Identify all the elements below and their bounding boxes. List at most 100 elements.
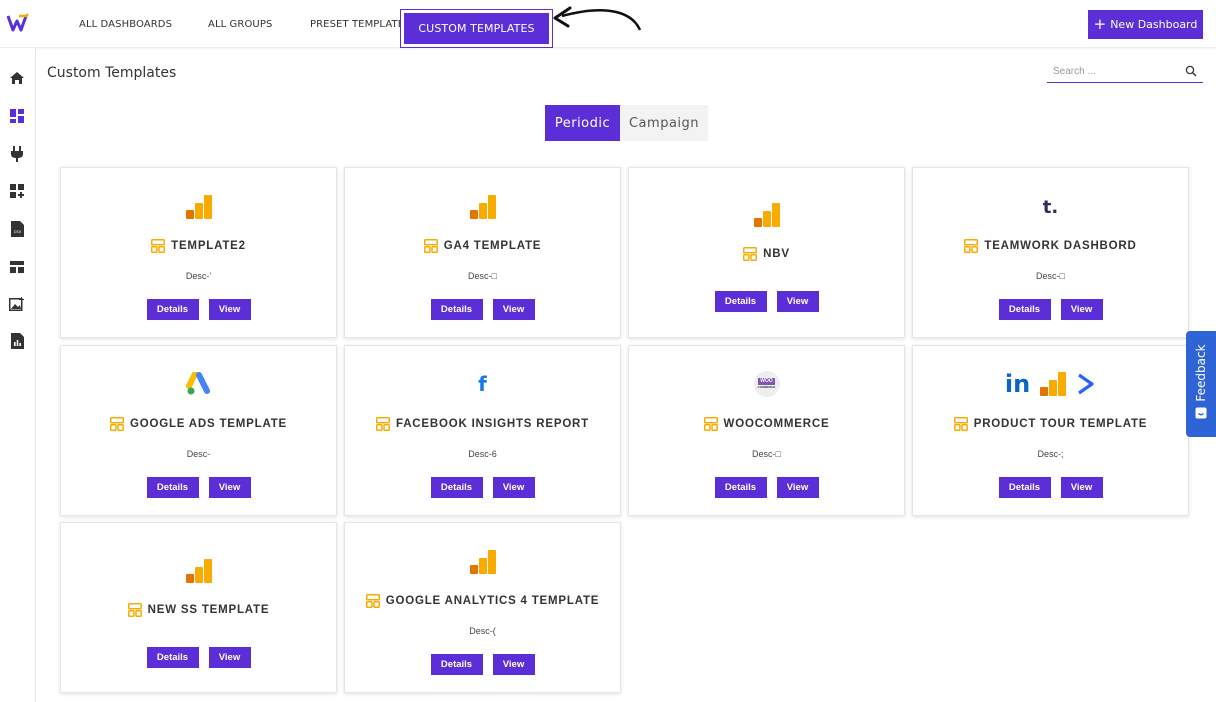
view-button[interactable]: View — [776, 291, 819, 312]
template-icon — [704, 417, 718, 431]
details-button[interactable]: Details — [998, 299, 1051, 320]
card-title: NEW SS TEMPLATE — [61, 603, 336, 617]
card-logo: t. — [913, 193, 1188, 221]
card-logo — [629, 201, 904, 229]
template-card: f FACEBOOK INSIGHTS REPORT Desc-6 Detail… — [344, 345, 621, 516]
card-logo: f — [345, 370, 620, 398]
template-card: WOO COMMERCE WOOCOMMERCE Desc-□ Details … — [628, 345, 905, 516]
details-button[interactable]: Details — [714, 291, 767, 312]
view-button[interactable]: View — [208, 477, 251, 498]
new-dashboard-button[interactable]: + New Dashboard — [1088, 10, 1203, 39]
card-actions: Details View — [913, 299, 1188, 320]
card-desc: Desc-□ — [468, 271, 497, 281]
card-title-text: NEW SS TEMPLATE — [147, 604, 270, 616]
template-icon — [954, 417, 968, 431]
card-desc: Desc- — [186, 449, 211, 459]
search-icon[interactable] — [1185, 65, 1197, 77]
gallery-icon[interactable] — [9, 296, 25, 312]
google-analytics-icon — [754, 203, 780, 227]
periodic-campaign-toggle: Periodic Campaign — [545, 105, 708, 141]
card-desc: Desc-; — [1037, 449, 1064, 459]
details-button[interactable]: Details — [430, 299, 483, 320]
google-analytics-icon — [470, 195, 496, 219]
card-actions: Details View — [913, 477, 1188, 498]
card-actions: Details View — [61, 477, 336, 498]
details-button[interactable]: Details — [146, 477, 199, 498]
card-desc: Desc-□ — [1036, 271, 1065, 281]
template-icon — [151, 239, 165, 253]
csv-icon[interactable]: csv — [9, 221, 25, 237]
card-logo — [345, 548, 620, 576]
details-button[interactable]: Details — [430, 654, 483, 675]
card-logo — [61, 557, 336, 585]
tab-preset-templates[interactable]: PRESET TEMPLATES — [310, 19, 411, 30]
card-title: GA4 TEMPLATE — [345, 239, 620, 253]
card-title-text: TEMPLATE2 — [171, 240, 246, 252]
card-title-text: WOOCOMMERCE — [723, 418, 830, 430]
card-title: FACEBOOK INSIGHTS REPORT — [345, 417, 620, 431]
card-desc: Desc-□ — [752, 449, 781, 459]
template-icon — [366, 594, 380, 608]
tab-all-groups[interactable]: ALL GROUPS — [208, 19, 272, 30]
details-button[interactable]: Details — [146, 299, 199, 320]
toggle-periodic[interactable]: Periodic — [545, 105, 620, 141]
card-logo — [61, 370, 336, 398]
card-title-text: GA4 TEMPLATE — [443, 240, 542, 252]
dashboard-icon[interactable] — [9, 108, 25, 124]
view-button[interactable]: View — [492, 299, 535, 320]
details-button[interactable]: Details — [146, 647, 199, 668]
card-title: NBV — [629, 247, 904, 261]
card-actions: Details View — [61, 299, 336, 320]
search-input[interactable] — [1047, 61, 1177, 82]
app-logo-icon[interactable] — [6, 12, 30, 34]
toggle-campaign[interactable]: Campaign — [620, 105, 708, 141]
svg-text:csv: csv — [13, 230, 21, 235]
tab-custom-templates[interactable]: CUSTOM TEMPLATES — [400, 9, 553, 48]
template-card: NEW SS TEMPLATE Details View — [60, 522, 337, 693]
pointer-arrow-icon — [553, 6, 642, 31]
tab-all-dashboards[interactable]: ALL DASHBOARDS — [79, 19, 172, 30]
teamwork-logo-text: t. — [1042, 196, 1059, 218]
home-icon[interactable] — [9, 70, 25, 86]
template-icon — [110, 417, 124, 431]
google-analytics-icon — [186, 195, 212, 219]
details-button[interactable]: Details — [714, 477, 767, 498]
card-title-text: PRODUCT TOUR TEMPLATE — [973, 418, 1148, 430]
tab-custom-templates-label: CUSTOM TEMPLATES — [404, 13, 549, 44]
card-logo: in — [913, 370, 1188, 398]
plug-icon[interactable] — [9, 146, 25, 162]
layout-icon[interactable] — [9, 259, 25, 275]
card-logo — [345, 193, 620, 221]
feedback-tab[interactable]: Feedback — [1186, 331, 1216, 437]
card-desc: Desc-( — [469, 626, 496, 636]
chevron-right-arrow-icon — [1078, 373, 1094, 395]
feedback-smile-icon — [1195, 407, 1207, 419]
details-button[interactable]: Details — [430, 477, 483, 498]
teamwork-icon: t. — [1043, 197, 1058, 218]
card-title: GOOGLE ANALYTICS 4 TEMPLATE — [345, 594, 620, 608]
add-widget-icon[interactable] — [9, 183, 25, 199]
card-actions: Details View — [345, 299, 620, 320]
view-button[interactable]: View — [776, 477, 819, 498]
search-box — [1047, 61, 1203, 83]
template-card: NBV Details View — [628, 167, 905, 338]
card-actions: Details View — [345, 477, 620, 498]
template-card: TEMPLATE2 Desc-' Details View — [60, 167, 337, 338]
view-button[interactable]: View — [208, 299, 251, 320]
card-title-text: TEAMWORK DASHBORD — [984, 240, 1137, 252]
view-button[interactable]: View — [1060, 299, 1103, 320]
template-card: in PRODUCT TOUR TEMPLATE Desc-; Details … — [912, 345, 1189, 516]
view-button[interactable]: View — [1060, 477, 1103, 498]
sidebar: csv — [0, 48, 36, 702]
view-button[interactable]: View — [492, 654, 535, 675]
view-button[interactable]: View — [208, 647, 251, 668]
google-analytics-icon — [1040, 372, 1066, 396]
template-card: t. TEAMWORK DASHBORD Desc-□ Details View — [912, 167, 1189, 338]
card-actions: Details View — [61, 647, 336, 668]
details-button[interactable]: Details — [998, 477, 1051, 498]
report-icon[interactable] — [9, 333, 25, 349]
view-button[interactable]: View — [492, 477, 535, 498]
google-analytics-icon — [470, 550, 496, 574]
card-title-text: GOOGLE ANALYTICS 4 TEMPLATE — [385, 595, 600, 607]
card-title-text: GOOGLE ADS TEMPLATE — [129, 418, 288, 430]
